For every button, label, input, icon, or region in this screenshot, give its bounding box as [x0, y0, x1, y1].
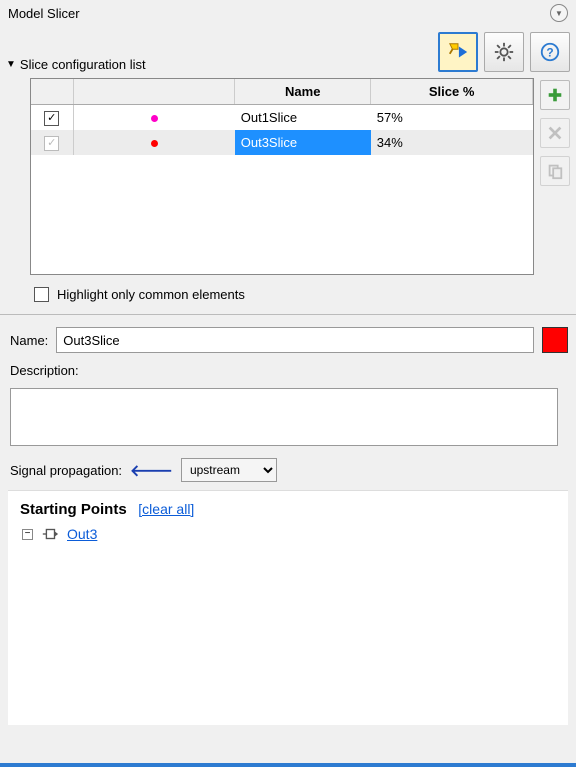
- panel-title: Model Slicer: [8, 6, 80, 21]
- section-title: Slice configuration list: [20, 57, 146, 72]
- row-pct: 57%: [371, 105, 533, 131]
- delete-slice-button[interactable]: [540, 118, 570, 148]
- starting-point-link[interactable]: Out3: [67, 526, 97, 542]
- row-name: Out3Slice: [235, 130, 371, 155]
- svg-text:?: ?: [546, 46, 553, 60]
- divider: [0, 314, 576, 315]
- table-row[interactable]: Out1Slice 57%: [31, 105, 533, 131]
- outport-icon: [41, 527, 59, 541]
- help-button[interactable]: ?: [530, 32, 570, 72]
- help-icon: ?: [539, 41, 561, 63]
- color-swatch[interactable]: [542, 327, 568, 353]
- description-label: Description:: [10, 363, 79, 378]
- signal-propagation-select[interactable]: upstream: [181, 458, 277, 482]
- table-row[interactable]: Out3Slice 34%: [31, 130, 533, 155]
- col-pct: Slice %: [371, 79, 533, 105]
- name-input[interactable]: [56, 327, 534, 353]
- row-checkbox[interactable]: [44, 136, 59, 151]
- copy-slice-button[interactable]: [540, 156, 570, 186]
- tree-collapse-icon[interactable]: −: [22, 529, 33, 540]
- add-slice-button[interactable]: [540, 80, 570, 110]
- clear-all-link[interactable]: [clear all]: [138, 501, 194, 517]
- gear-icon: [493, 41, 515, 63]
- signal-propagation-label: Signal propagation:: [10, 463, 122, 478]
- name-label: Name:: [10, 333, 48, 348]
- row-color-dot: [151, 115, 158, 122]
- starting-points-title: Starting Points: [20, 501, 127, 518]
- description-input[interactable]: [10, 388, 558, 446]
- slice-config-header[interactable]: ▼ Slice configuration list: [6, 39, 146, 72]
- slice-table[interactable]: Name Slice % Out1Slice 57% Out3Slice 34%: [30, 78, 534, 275]
- col-name: Name: [235, 79, 371, 105]
- delete-icon: [546, 124, 564, 142]
- add-icon: [546, 86, 564, 104]
- row-name: Out1Slice: [235, 105, 371, 131]
- row-color-dot: [151, 140, 158, 147]
- settings-button[interactable]: [484, 32, 524, 72]
- highlight-tool-icon: [447, 41, 469, 63]
- panel-collapse-icon[interactable]: [550, 4, 568, 22]
- footer-accent: [0, 763, 576, 767]
- row-checkbox[interactable]: [44, 111, 59, 126]
- starting-points-panel: Starting Points [clear all] − Out3: [8, 490, 568, 725]
- col-color: [73, 79, 235, 105]
- highlight-tool-button[interactable]: [438, 32, 478, 72]
- copy-icon: [546, 162, 564, 180]
- arrow-left-icon: 🡐: [130, 460, 173, 481]
- chevron-down-icon: ▼: [6, 59, 16, 70]
- highlight-common-checkbox[interactable]: [34, 287, 49, 302]
- row-pct: 34%: [371, 130, 533, 155]
- highlight-common-label: Highlight only common elements: [57, 287, 245, 302]
- col-checkbox: [31, 79, 73, 105]
